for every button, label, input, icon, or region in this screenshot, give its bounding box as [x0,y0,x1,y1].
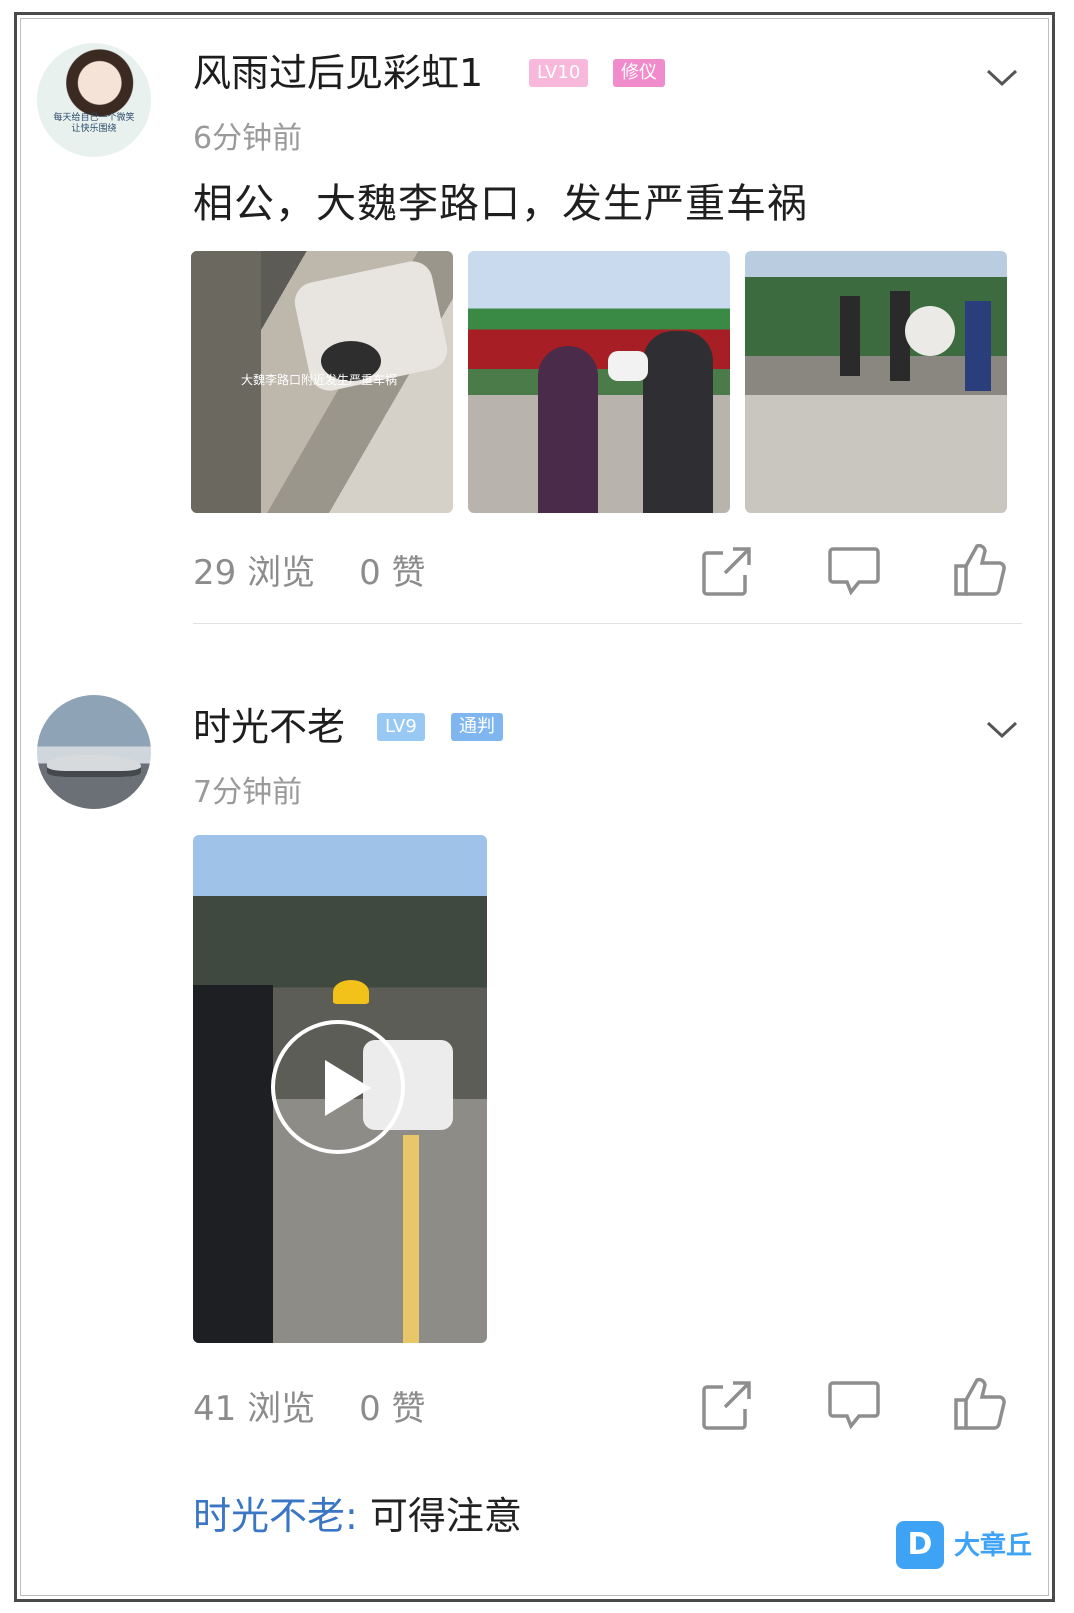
chevron-down-icon[interactable] [982,709,1022,749]
level-badge: LV9 [377,713,425,741]
like-count: 0 赞 [359,553,426,593]
avatar[interactable] [37,695,151,809]
share-icon[interactable] [699,1375,757,1433]
post-photo[interactable] [468,251,730,513]
role-badge: 修仪 [613,59,665,87]
screenshot-frame: 每天给自己一个微笑 让快乐围绕 风雨过后见彩虹1 LV10 修仪 6分钟前 相公… [14,12,1055,1602]
reply-author[interactable]: 时光不老: [193,1494,358,1538]
thumbs-up-icon[interactable] [951,1375,1009,1433]
view-count: 41 浏览 [193,1389,316,1429]
post-time: 7分钟前 [193,775,303,810]
reply-text: 可得注意 [357,1494,522,1538]
like-count: 0 赞 [359,1389,426,1429]
post-stats: 41 浏览 0 赞 [193,1381,426,1430]
watermark-text: 大章丘 [954,1531,1033,1561]
post-photo[interactable]: 大魏李路口附近发生严重车祸 [191,251,453,513]
photo-caption: 大魏李路口附近发生严重车祸 [241,373,398,387]
post-time: 6分钟前 [193,121,303,156]
view-count: 29 浏览 [193,553,316,593]
username[interactable]: 时光不老 [193,705,345,749]
username[interactable]: 风雨过后见彩虹1 [193,51,483,95]
divider [193,623,1022,624]
chevron-down-icon[interactable] [982,57,1022,97]
comment-icon[interactable] [825,541,883,599]
role-badge: 通判 [451,713,503,741]
thumbs-up-icon[interactable] [951,541,1009,599]
post-content: 相公，大魏李路口，发生严重车祸 [193,181,808,227]
post-photo[interactable] [745,251,1007,513]
reply-comment[interactable]: 时光不老: 可得注意 [193,1485,522,1540]
play-icon[interactable] [271,1020,405,1154]
watermark-logo: D [896,1521,944,1569]
watermark: D 大章丘 [896,1517,1046,1577]
share-icon[interactable] [699,541,757,599]
avatar-caption: 每天给自己一个微笑 让快乐围绕 [53,113,135,134]
level-badge: LV10 [529,59,589,87]
post-stats: 29 浏览 0 赞 [193,545,426,594]
post-video[interactable] [193,835,487,1343]
comment-icon[interactable] [825,1375,883,1433]
avatar[interactable]: 每天给自己一个微笑 让快乐围绕 [37,43,151,157]
